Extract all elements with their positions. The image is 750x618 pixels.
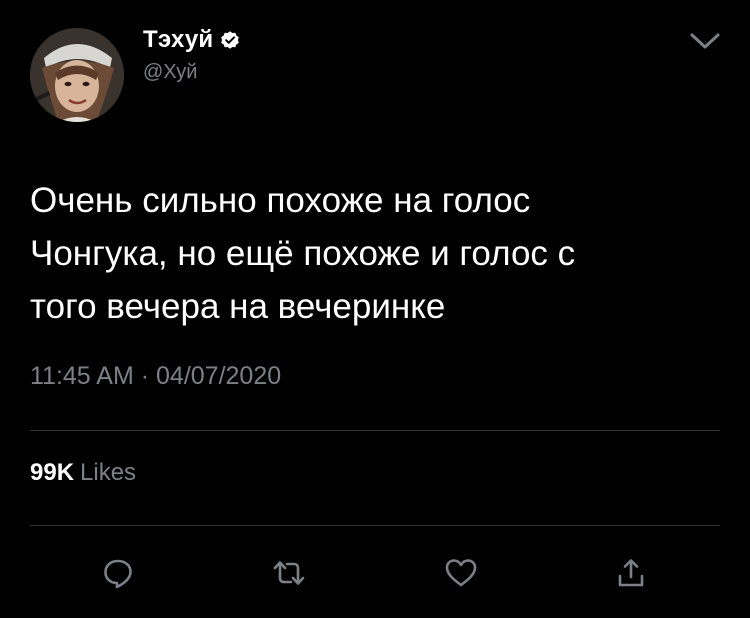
share-icon: [618, 559, 644, 587]
likes-label: Likes: [80, 459, 137, 486]
reply-button[interactable]: [98, 555, 138, 591]
user-handle[interactable]: @Хуй: [143, 61, 197, 84]
chevron-down-icon[interactable]: [688, 30, 722, 52]
tweet-time[interactable]: 11:45 AM: [30, 362, 134, 390]
heart-icon: [445, 559, 477, 587]
tweet-meta: 11:45 AM · 04/07/2020: [30, 362, 281, 391]
reply-icon: [104, 559, 132, 589]
avatar[interactable]: [30, 28, 124, 122]
display-name-text: Тэхуй: [143, 26, 214, 53]
likes-count: 99K: [30, 459, 75, 486]
display-name[interactable]: Тэхуй: [143, 26, 241, 54]
divider: [30, 525, 720, 526]
verified-badge-icon: [219, 29, 241, 51]
share-button[interactable]: [611, 555, 651, 591]
retweet-button[interactable]: [269, 555, 309, 591]
like-button[interactable]: [441, 555, 481, 591]
likes-stat[interactable]: 99K Likes: [30, 459, 136, 487]
tweet-date[interactable]: 04/07/2020: [156, 362, 281, 390]
meta-separator: ·: [140, 362, 150, 390]
retweet-icon: [273, 561, 305, 585]
divider: [30, 430, 720, 431]
avatar-image: [30, 28, 124, 122]
tweet-text: Очень сильно похоже на голос Чонгука, но…: [30, 181, 576, 326]
